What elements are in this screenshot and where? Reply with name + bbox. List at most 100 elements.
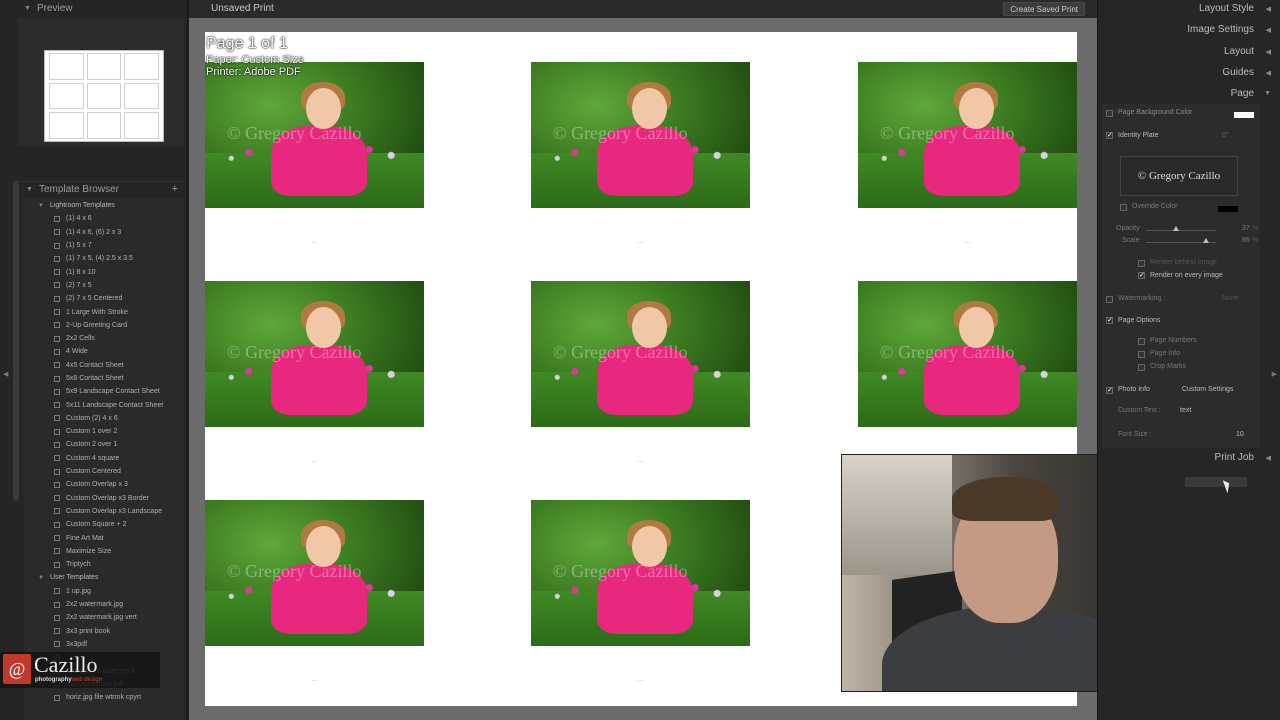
page-bg-color-checkbox[interactable] <box>1106 110 1113 117</box>
photo-watermark: © Gregory Cazillo <box>226 342 362 363</box>
template-item[interactable]: Custom Overlap x 3 <box>24 478 184 491</box>
photo-caption: ... <box>637 676 644 683</box>
opacity-slider[interactable] <box>1146 230 1216 231</box>
template-folder[interactable]: ▼ Lightroom Templates <box>24 199 184 212</box>
scale-slider-thumb[interactable] <box>1203 238 1209 243</box>
template-folder[interactable]: ▼ User Templates <box>24 571 184 584</box>
print-photo-cell[interactable]: © Gregory Cazillo <box>531 281 750 427</box>
template-item[interactable]: Custom (2) 4 x 6 <box>24 412 184 425</box>
template-item[interactable]: Custom Square + 2 <box>24 518 184 531</box>
template-label: Custom Overlap x3 Border <box>66 494 149 502</box>
template-label: Custom 4 square <box>66 454 120 462</box>
template-item[interactable]: Custom Overlap x3 Landscape <box>24 505 184 518</box>
template-item[interactable]: 5x11 Landscape Contact Sheet <box>24 398 184 411</box>
template-item[interactable]: 2x2 watermark.jpg vert <box>24 611 184 624</box>
photo-info-checkbox[interactable]: ✓ <box>1106 387 1113 394</box>
print-photo-cell[interactable]: © Gregory Cazillo <box>858 62 1077 208</box>
preview-header[interactable]: ▼ Preview <box>0 0 187 16</box>
override-color-swatch[interactable] <box>1218 206 1238 212</box>
crop-marks-checkbox[interactable] <box>1138 364 1145 371</box>
logo-subtitle: photographyweb design <box>35 677 102 683</box>
page-info-label: Page Info <box>1150 350 1180 357</box>
template-item[interactable]: (2) 7 x 5 Centered <box>24 292 184 305</box>
custom-text-field[interactable]: text <box>1180 407 1191 414</box>
print-photo-cell[interactable]: © Gregory Cazillo <box>531 62 750 208</box>
print-photo-cell[interactable]: © Gregory Cazillo <box>858 281 1077 427</box>
template-item[interactable]: (1) 4 x 6, (6) 2 x 3 <box>24 226 184 239</box>
identity-angle[interactable]: 0° <box>1222 132 1229 139</box>
preview-area <box>18 18 184 146</box>
section-expand-icon[interactable]: ◀ <box>1266 69 1271 77</box>
override-color-checkbox[interactable] <box>1120 204 1127 211</box>
template-item[interactable]: 2-Up Greeting Card <box>24 319 184 332</box>
template-item[interactable]: 5x9 Landscape Contact Sheet <box>24 385 184 398</box>
template-item[interactable]: 3x3pdf <box>24 638 184 651</box>
render-every-checkbox[interactable]: ✓ <box>1138 272 1145 279</box>
identity-plate-preview[interactable]: © Gregory Cazillo <box>1120 156 1238 196</box>
template-item[interactable]: (2) 7 x 5 <box>24 279 184 292</box>
section-header-image-settings[interactable]: Image Settings <box>1187 24 1254 35</box>
page-info-checkbox[interactable] <box>1138 351 1145 358</box>
left-panel-scrollbar[interactable] <box>13 181 19 501</box>
watermarking-checkbox[interactable] <box>1106 296 1113 303</box>
template-label: 4 Wide <box>66 348 88 356</box>
template-item[interactable]: 4x5 Contact Sheet <box>24 359 184 372</box>
print-job-header[interactable]: Print Job <box>1215 452 1254 463</box>
template-item[interactable]: (1) 5 x 7 <box>24 239 184 252</box>
template-item[interactable]: 4 Wide <box>24 345 184 358</box>
section-expand-icon[interactable]: ◀ <box>1266 5 1271 13</box>
create-saved-print-button[interactable]: Create Saved Print <box>1003 2 1085 16</box>
template-item[interactable]: 1 Large With Stroke <box>24 305 184 318</box>
print-job-field[interactable] <box>1185 477 1247 487</box>
page-numbers-checkbox[interactable] <box>1138 338 1145 345</box>
print-job-expand-icon[interactable]: ◀ <box>1266 454 1271 462</box>
left-panel-toggle-icon[interactable]: ◀ <box>3 370 8 378</box>
canvas-toolbar: Unsaved Print Create Saved Print <box>189 0 1097 18</box>
section-expand-icon[interactable]: ◀ <box>1266 26 1271 34</box>
template-item[interactable]: (1) 4 x 6 <box>24 212 184 225</box>
template-item[interactable]: 2x2 Cells <box>24 332 184 345</box>
template-item[interactable]: 2x2 watermark.jpg <box>24 598 184 611</box>
template-item[interactable]: horiz.jpg file wtrmk cpyrt <box>24 691 184 704</box>
template-item[interactable]: Custom 1 over 2 <box>24 425 184 438</box>
section-expand-icon[interactable]: ▼ <box>1264 90 1271 97</box>
print-photo-cell[interactable]: © Gregory Cazillo <box>531 500 750 646</box>
opacity-value[interactable]: 37 <box>1242 225 1250 232</box>
template-item[interactable]: 1 up.jpg <box>24 585 184 598</box>
font-size-value[interactable]: 10 <box>1236 431 1244 438</box>
template-label: Fine Art Mat <box>66 534 104 542</box>
page-bg-color-swatch[interactable] <box>1234 112 1254 118</box>
scale-value[interactable]: 86 <box>1242 237 1250 244</box>
section-header-layout[interactable]: Layout <box>1224 46 1254 57</box>
print-photo-cell[interactable]: © Gregory Cazillo <box>205 62 424 208</box>
right-panel-toggle-icon[interactable]: ▶ <box>1272 370 1277 378</box>
photo-info-dropdown[interactable]: Custom Settings <box>1182 386 1233 393</box>
template-item[interactable]: Custom 2 over 1 <box>24 438 184 451</box>
print-photo-cell[interactable]: © Gregory Cazillo <box>205 281 424 427</box>
add-template-icon[interactable]: + <box>172 183 178 195</box>
template-item[interactable]: (1) 8 x 10 <box>24 265 184 278</box>
template-item[interactable]: (1) 7 x 5, (4) 2.5 x 3.5 <box>24 252 184 265</box>
template-item[interactable]: Custom Centered <box>24 465 184 478</box>
section-header-page[interactable]: Page <box>1231 88 1254 99</box>
template-item[interactable]: Triptych <box>24 558 184 571</box>
section-header-guides[interactable]: Guides <box>1222 67 1254 78</box>
section-header-layout-style[interactable]: Layout Style <box>1199 3 1254 14</box>
section-expand-icon[interactable]: ◀ <box>1266 48 1271 56</box>
template-item[interactable]: Custom 4 square <box>24 452 184 465</box>
template-item[interactable]: Fine Art Mat <box>24 531 184 544</box>
template-item[interactable]: 3x3 print book <box>24 625 184 638</box>
template-item[interactable]: 5x8 Contact Sheet <box>24 372 184 385</box>
opacity-slider-thumb[interactable] <box>1173 226 1179 231</box>
render-behind-checkbox[interactable] <box>1138 260 1145 267</box>
template-icon <box>54 535 60 542</box>
template-icon <box>54 375 60 382</box>
identity-plate-checkbox[interactable]: ✓ <box>1106 132 1113 139</box>
template-icon <box>54 388 60 395</box>
print-photo-cell[interactable]: © Gregory Cazillo <box>205 500 424 646</box>
template-browser-header[interactable]: ▼ Template Browser + <box>18 181 184 197</box>
template-item[interactable]: Maximize Size <box>24 545 184 558</box>
page-options-checkbox[interactable]: ✓ <box>1106 317 1113 324</box>
watermarking-dropdown[interactable]: None <box>1222 295 1239 302</box>
template-item[interactable]: Custom Overlap x3 Border <box>24 492 184 505</box>
